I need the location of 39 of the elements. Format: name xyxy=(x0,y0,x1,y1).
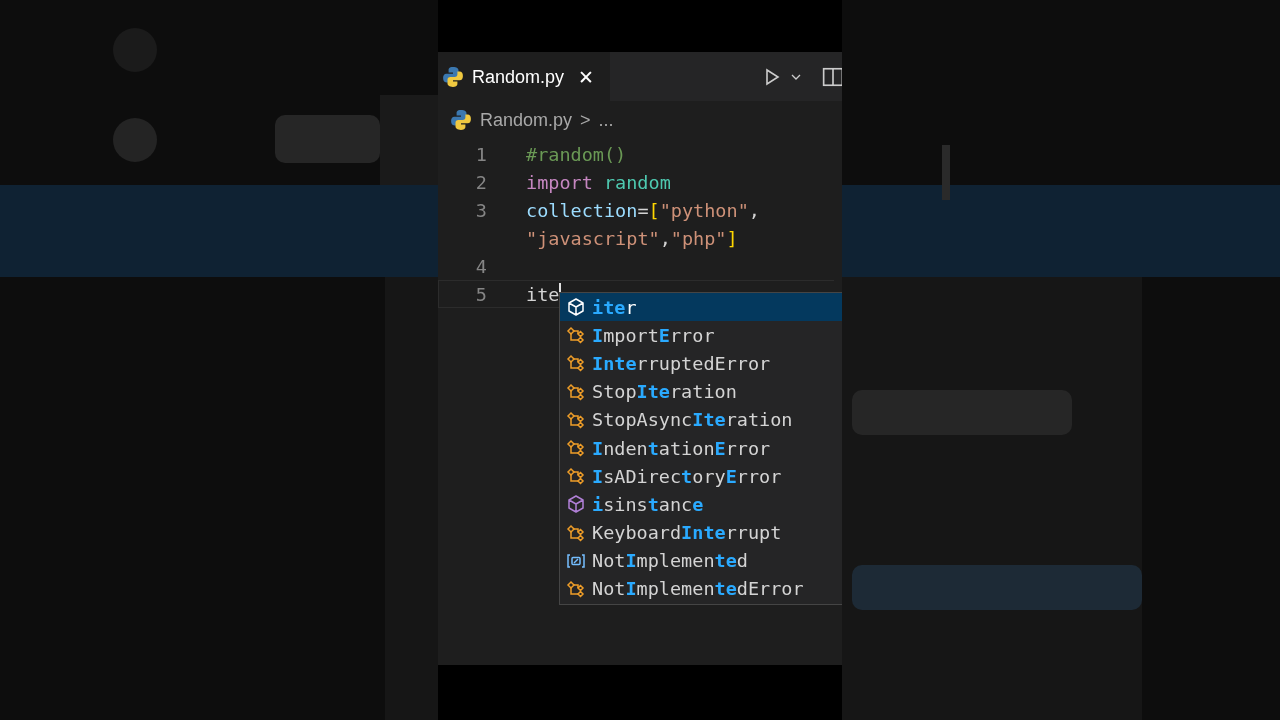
code-line: "javascript","php"] xyxy=(526,227,738,249)
line-number: 4 xyxy=(475,255,487,277)
cube-icon xyxy=(566,494,586,515)
code-line: ite xyxy=(526,283,560,305)
split-editor-icon[interactable] xyxy=(822,65,844,88)
line-number: 3 xyxy=(475,199,487,221)
suggestion-item[interactable]: StopAsyncIteration xyxy=(560,405,842,434)
class-icon xyxy=(566,578,586,599)
breadcrumb-separator: > xyxy=(580,109,591,131)
suggestion-item[interactable]: IsADirectoryError xyxy=(560,462,842,491)
editor-tab[interactable]: Random.py ✕ xyxy=(438,52,610,102)
class-icon xyxy=(566,325,586,346)
class-icon xyxy=(566,381,586,402)
class-icon xyxy=(566,409,586,430)
suggestion-item[interactable]: KeyboardInterrupt xyxy=(560,518,842,547)
line-number: 5 xyxy=(475,283,487,305)
breadcrumb-item[interactable]: ... xyxy=(598,109,614,131)
cube-icon xyxy=(566,297,586,318)
code-line: import random xyxy=(526,171,671,193)
code-line: #random() xyxy=(526,143,627,165)
suggestion-item[interactable]: IndentationError xyxy=(560,433,842,463)
class-icon xyxy=(566,466,586,487)
code-line: collection=["python", xyxy=(526,199,760,221)
breadcrumb-item[interactable]: Random.py xyxy=(480,109,573,131)
python-icon xyxy=(450,109,472,131)
line-number: 1 xyxy=(475,143,487,165)
suggestion-item[interactable]: StopIteration xyxy=(560,377,842,406)
class-icon xyxy=(566,522,586,543)
suggestion-item[interactable]: NotImplemented xyxy=(560,546,842,575)
suggestion-item[interactable]: isinstance xyxy=(560,490,842,519)
class-icon xyxy=(566,353,586,374)
suggestion-item[interactable]: iter xyxy=(560,293,842,322)
suggestion-item[interactable]: ImportError xyxy=(560,321,842,350)
suggestion-item[interactable]: NotImplementedError xyxy=(560,574,842,604)
class-icon xyxy=(566,438,586,459)
line-number: 2 xyxy=(475,171,487,193)
python-icon xyxy=(442,66,464,88)
close-icon[interactable]: ✕ xyxy=(578,66,594,88)
suggestion-item[interactable]: InterruptedError xyxy=(560,349,842,378)
